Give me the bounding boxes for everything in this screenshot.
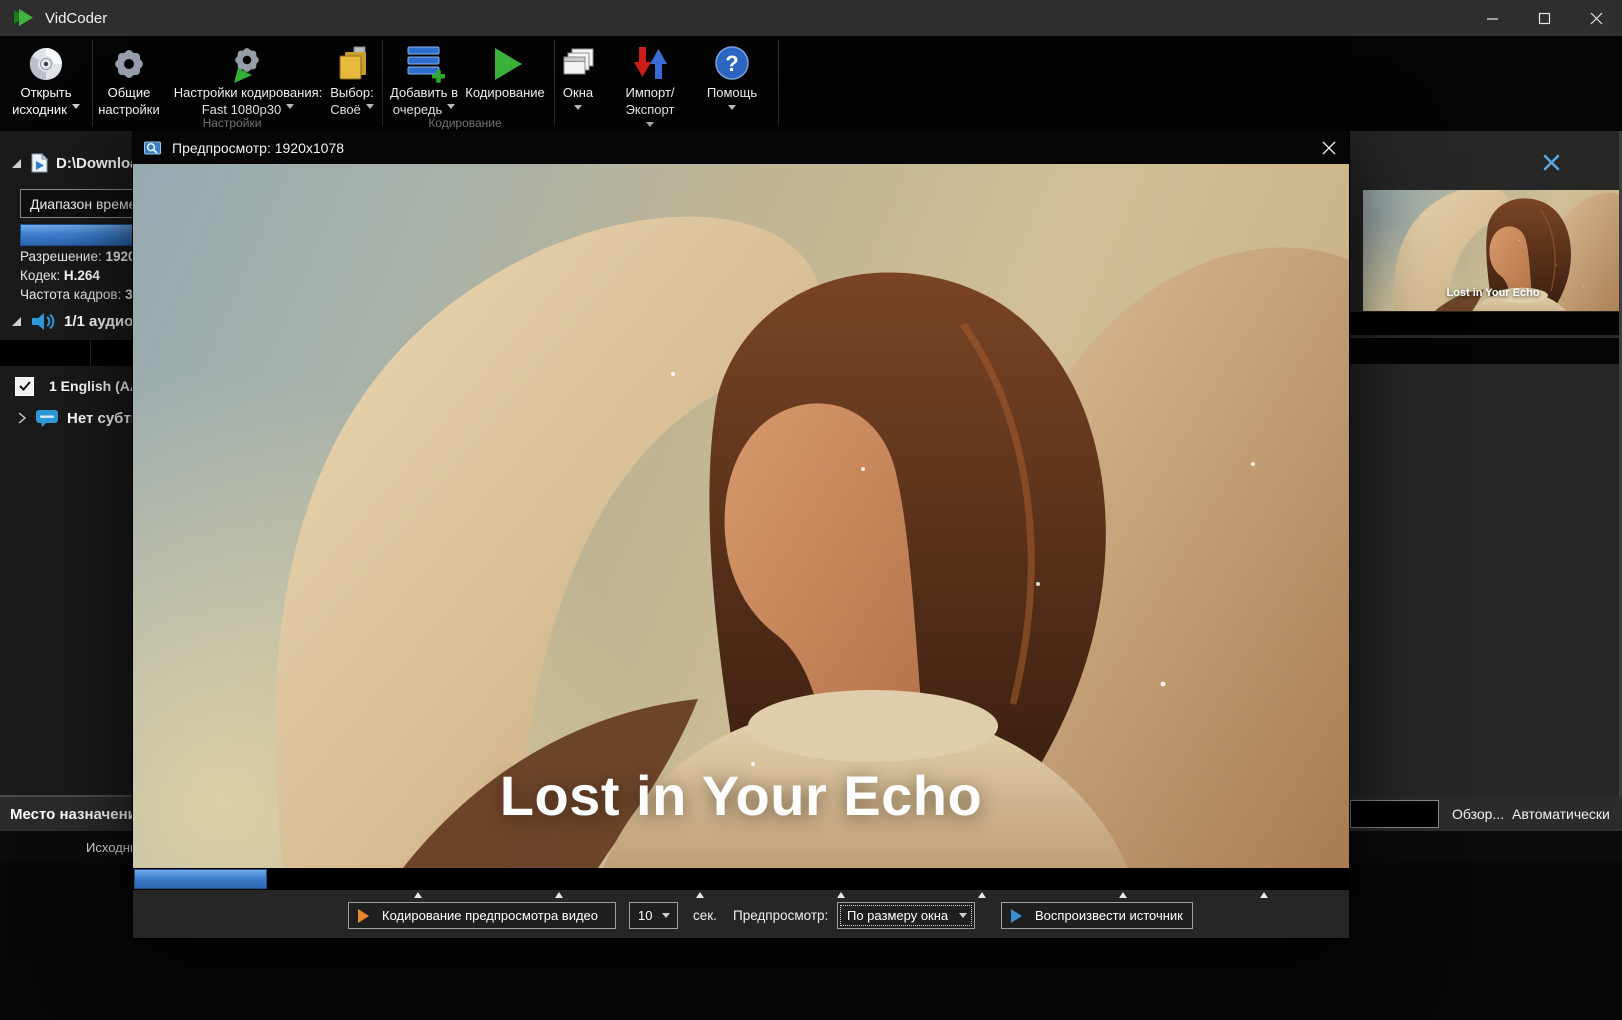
app-title: VidCoder <box>45 10 107 27</box>
seek-tick <box>1119 888 1127 898</box>
ribbon-separator <box>92 40 93 126</box>
audio-section-header[interactable]: 1/1 аудио: <box>12 312 138 331</box>
preview-window: Предпросмотр: 1920x1078 Lost in Your Ech… <box>133 131 1349 938</box>
play-icon <box>358 909 376 923</box>
audio-track-checkbox[interactable] <box>15 377 34 396</box>
automatic-naming-button[interactable]: Автоматически <box>1512 797 1610 831</box>
source-tab-label[interactable]: Исходни <box>86 831 135 863</box>
svg-text:?: ? <box>725 51 738 76</box>
seek-tick <box>555 888 563 898</box>
gear-icon <box>96 40 162 84</box>
expander-open-icon[interactable] <box>12 317 21 326</box>
preview-titlebar: Предпросмотр: 1920x1078 <box>133 131 1349 164</box>
expander-open-icon[interactable] <box>12 159 21 168</box>
preview-controls-bar: Кодирование предпросмотра видео 10 сек. … <box>133 890 1349 938</box>
import-export-button[interactable]: Импорт/Экспорт <box>604 40 696 131</box>
preview-magnifier-icon <box>144 140 162 156</box>
group-label-settings: Настройки <box>203 116 262 130</box>
preset-choice-button[interactable]: Выбор: Своё <box>326 40 378 118</box>
preset-folders-icon <box>326 40 378 84</box>
titlebar: VidCoder <box>0 0 1622 36</box>
import-export-arrows-icon <box>604 40 696 84</box>
video-caption: Lost in Your Echo <box>133 763 1349 828</box>
seek-tick <box>978 888 986 898</box>
seek-tick <box>1260 888 1268 898</box>
subtitle-bubble-icon <box>35 409 59 428</box>
preview-pane-close-icon[interactable] <box>1538 149 1564 175</box>
audio-header-label: 1/1 аудио: <box>64 313 138 330</box>
ribbon-separator <box>554 40 555 126</box>
video-thumbnail[interactable]: Lost in Your Echo <box>1363 190 1622 311</box>
pane-band <box>1350 312 1622 335</box>
minimize-button[interactable] <box>1466 0 1518 36</box>
speaker-icon <box>31 312 55 331</box>
preview-mode-label: Предпросмотр: <box>733 902 828 929</box>
chevron-down-icon <box>72 104 80 113</box>
help-icon: ? <box>700 40 764 84</box>
vidcoder-window: VidCoder Открыть <box>0 0 1622 1020</box>
encode-button[interactable]: Кодирование <box>464 40 546 101</box>
help-button[interactable]: ? Помощь <box>700 40 764 114</box>
play-icon <box>1011 909 1029 923</box>
ribbon-separator <box>382 40 383 126</box>
video-file-icon <box>31 153 48 173</box>
thumbnail-caption: Lost in Your Echo <box>1363 287 1622 299</box>
preview-seek-bar[interactable] <box>133 868 1349 890</box>
chevron-down-icon <box>574 105 582 114</box>
chevron-down-icon <box>662 913 670 922</box>
fit-mode-select[interactable]: По размеру окна <box>837 902 975 929</box>
seek-tick <box>414 888 422 898</box>
browse-button[interactable]: Обзор... <box>1452 797 1504 831</box>
destination-label: Место назначения <box>10 797 146 831</box>
seek-tick <box>696 888 704 898</box>
encoding-settings-button[interactable]: Настройки кодирования: Fast 1080p30 <box>168 40 328 118</box>
add-to-queue-button[interactable]: Добавить в очередь <box>386 40 462 118</box>
disc-icon <box>4 40 88 84</box>
gear-green-arrow-icon <box>168 40 328 84</box>
codec-stat: Кодек: H.264 <box>20 268 100 283</box>
chevron-down-icon <box>447 104 455 113</box>
expander-closed-icon[interactable] <box>18 412 26 424</box>
source-file-row[interactable]: D:\Download <box>12 151 148 175</box>
ribbon-separator <box>778 40 779 126</box>
preview-video-frame[interactable]: Lost in Your Echo <box>133 164 1349 868</box>
chevron-down-icon <box>728 105 736 114</box>
preview-title: Предпросмотр: 1920x1078 <box>172 140 344 156</box>
chevron-down-icon <box>286 104 294 113</box>
close-button[interactable] <box>1570 0 1622 36</box>
encode-preview-button[interactable]: Кодирование предпросмотра видео <box>348 902 616 929</box>
open-source-button[interactable]: Открыть исходник <box>4 40 88 118</box>
duration-select[interactable]: 10 <box>629 902 678 929</box>
queue-add-icon <box>386 40 462 84</box>
duration-unit-label: сек. <box>693 902 717 929</box>
vidcoder-logo-icon <box>13 8 35 28</box>
preview-close-button[interactable] <box>1315 134 1343 161</box>
maximize-button[interactable] <box>1518 0 1570 36</box>
seek-tick <box>837 888 845 898</box>
destination-path-input[interactable] <box>1350 800 1439 828</box>
chevron-down-icon <box>959 913 967 922</box>
group-label-encoding: Кодирование <box>428 116 501 130</box>
preview-pane: Lost in Your Echo <box>1349 131 1622 797</box>
windows-menu-button[interactable]: Окна <box>556 40 600 114</box>
encode-play-icon <box>464 40 546 84</box>
ribbon-toolbar: Открыть исходник Общие настройки <box>0 36 1622 131</box>
windows-stack-icon <box>556 40 600 84</box>
chevron-down-icon <box>646 122 654 131</box>
play-source-button[interactable]: Воспроизвести источник <box>1001 902 1193 929</box>
seek-bar-fill <box>134 869 267 889</box>
pane-band <box>1350 337 1622 364</box>
chevron-down-icon <box>366 104 374 113</box>
general-settings-button[interactable]: Общие настройки <box>96 40 162 118</box>
framerate-stat: Частота кадров: 30 <box>20 287 140 302</box>
